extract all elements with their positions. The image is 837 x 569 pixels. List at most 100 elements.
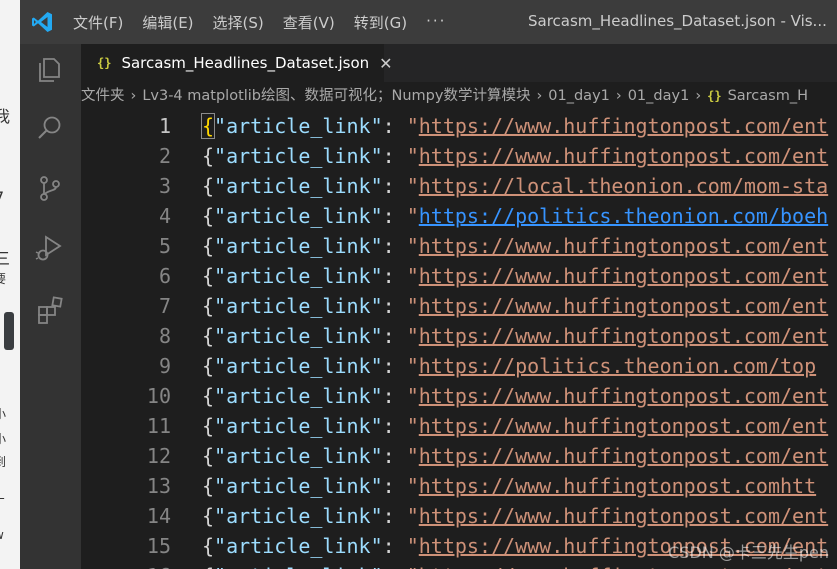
- code-line[interactable]: 7 {"article_link": "https://www.huffingto…: [81, 291, 837, 321]
- code-text: {"article_link": "https://www.huffington…: [202, 441, 828, 471]
- code-line[interactable]: 1 {"article_link": "https://www.huffingto…: [81, 111, 837, 141]
- code-line[interactable]: 13 {"article_link": "https://www.huffingt…: [81, 471, 837, 501]
- open-brace: {: [202, 474, 215, 498]
- search-icon: [38, 116, 61, 139]
- chevron-right-icon: ›: [695, 88, 702, 104]
- url-link[interactable]: https://www.huffingtonpost.comhtt: [419, 474, 816, 498]
- open-quote: ": [406, 384, 419, 408]
- json-key: "article_link": [214, 474, 383, 498]
- url-link[interactable]: https://www.huffingtonpost.com/ent: [419, 264, 828, 288]
- open-brace: {: [202, 504, 215, 528]
- open-brace: {: [202, 174, 215, 198]
- open-quote: ": [406, 474, 419, 498]
- url-link[interactable]: https://www.huffingtonpost.com/ent: [419, 414, 828, 438]
- search-button[interactable]: [34, 112, 66, 144]
- background-fragment: 三: [0, 249, 11, 268]
- background-app-sliver: 我 7 三 要 小 小 到 IL w: [0, 0, 21, 569]
- open-brace: {: [202, 414, 215, 438]
- menu-edit[interactable]: 编辑(E): [142, 12, 193, 33]
- breadcrumb-segment[interactable]: Lv3-4 matplotlib绘图、数据可视化；Numpy数学计算模块: [142, 88, 530, 104]
- url-link[interactable]: https://www.huffingtonpost.com/ent: [419, 114, 828, 138]
- code-line[interactable]: 14 {"article_link": "https://www.huffingt…: [81, 501, 837, 531]
- explorer-button[interactable]: [34, 54, 66, 86]
- code-line[interactable]: 9 {"article_link": "https://politics.theo…: [81, 351, 837, 381]
- source-control-button[interactable]: [34, 172, 66, 204]
- code-line[interactable]: 12 {"article_link": "https://www.huffingt…: [81, 441, 837, 471]
- colon: :: [382, 294, 407, 318]
- colon: :: [383, 564, 407, 569]
- colon: :: [382, 474, 407, 498]
- code-line[interactable]: 6 {"article_link": "https://www.huffingto…: [81, 261, 837, 291]
- url-link[interactable]: https://www.huffingtonpost.com/ent: [419, 564, 828, 569]
- breadcrumb-segment[interactable]: 01_day1: [548, 88, 610, 104]
- code-text: {"article_link": "https://local.theonion…: [202, 171, 828, 201]
- open-brace: {: [202, 354, 215, 378]
- url-link[interactable]: https://www.huffingtonpost.com/ent: [419, 294, 828, 318]
- background-fragment: 我: [0, 107, 11, 126]
- colon: :: [382, 324, 407, 348]
- code-text: {"article_link": "https://www.huffington…: [200, 111, 828, 141]
- breadcrumb-segment[interactable]: 文件夹: [81, 88, 125, 104]
- code-line[interactable]: 10 {"article_link": "https://www.huffingt…: [81, 381, 837, 411]
- url-link[interactable]: https://politics.theonion.com/boeh: [419, 204, 828, 228]
- breadcrumb-segment[interactable]: 01_day1: [628, 88, 690, 104]
- json-key: "article_link": [214, 204, 383, 228]
- menu-view[interactable]: 查看(V): [283, 12, 335, 33]
- url-link[interactable]: https://www.huffingtonpost.com/ent: [419, 504, 828, 528]
- code-line[interactable]: 4 {"article_link": "https://politics.theo…: [81, 201, 837, 231]
- background-fragment: 要: [0, 272, 7, 286]
- background-fragment: w: [0, 528, 4, 542]
- code-line[interactable]: 11 {"article_link": "https://www.huffingt…: [81, 411, 837, 441]
- tab-sarcasm-json[interactable]: {} Sarcasm_Headlines_Dataset.json ✕: [81, 44, 393, 82]
- open-brace: {: [202, 144, 215, 168]
- url-link[interactable]: https://www.huffingtonpost.com/ent: [419, 144, 828, 168]
- open-brace: {: [200, 113, 216, 139]
- colon: :: [382, 264, 407, 288]
- activity-bar: [20, 44, 81, 569]
- code-line[interactable]: 3 {"article_link": "https://local.theonio…: [81, 171, 837, 201]
- line-number: 13: [146, 474, 171, 498]
- code-line[interactable]: 8 {"article_link": "https://www.huffingto…: [81, 321, 837, 351]
- vscode-logo-icon: [32, 12, 52, 32]
- url-link[interactable]: https://www.huffingtonpost.com/ent: [419, 384, 828, 408]
- menu-go[interactable]: 转到(G): [354, 12, 407, 33]
- url-link[interactable]: https://www.huffingtonpost.com/ent: [419, 324, 828, 348]
- close-icon[interactable]: ✕: [379, 54, 392, 73]
- line-number: 3: [158, 174, 171, 198]
- line-number: 2: [158, 144, 171, 168]
- open-quote: ": [406, 324, 419, 348]
- json-key: "article_link": [214, 534, 383, 558]
- chevron-right-icon: ›: [130, 88, 137, 104]
- json-key: "article_link": [214, 444, 383, 468]
- code-text: {"article_link": "https://www.huffington…: [202, 471, 816, 501]
- menu-bar: 文件(F) 编辑(E) 选择(S) 查看(V) 转到(G) ···: [73, 12, 446, 33]
- breadcrumb-file[interactable]: Sarcasm_H: [728, 88, 808, 104]
- menu-file[interactable]: 文件(F): [73, 12, 123, 33]
- files-icon: [39, 58, 60, 82]
- menu-selection[interactable]: 选择(S): [213, 12, 264, 33]
- url-link[interactable]: https://www.huffingtonpost.com/ent: [419, 234, 828, 258]
- open-quote: ": [406, 504, 419, 528]
- code-editor[interactable]: 1 {"article_link": "https://www.huffingto…: [81, 110, 837, 569]
- json-key: "article_link": [214, 324, 383, 348]
- extensions-button[interactable]: [34, 294, 66, 326]
- colon: :: [382, 534, 407, 558]
- open-brace: {: [202, 564, 214, 569]
- menu-more[interactable]: ···: [426, 12, 446, 33]
- tab-label: Sarcasm_Headlines_Dataset.json: [121, 54, 370, 72]
- url-link[interactable]: https://politics.theonion.com/top: [419, 354, 816, 378]
- open-brace: {: [202, 294, 215, 318]
- json-key: "article_link": [214, 114, 383, 138]
- line-number: 6: [158, 264, 171, 288]
- code-line[interactable]: 5 {"article_link": "https://www.huffingto…: [81, 231, 837, 261]
- run-debug-button[interactable]: [34, 232, 66, 264]
- code-text: {"article_link": "https://www.huffington…: [202, 321, 828, 351]
- url-link[interactable]: https://www.huffingtonpost.com/ent: [419, 444, 828, 468]
- background-fragment: IL: [0, 488, 5, 502]
- json-key: "article_link": [214, 354, 383, 378]
- code-text: {"article_link": "https://www.huffington…: [202, 141, 828, 171]
- line-number: 4: [158, 204, 171, 228]
- url-link[interactable]: https://local.theonion.com/mom-sta: [419, 174, 828, 198]
- json-key: "article_link": [214, 144, 383, 168]
- code-line[interactable]: 2 {"article_link": "https://www.huffingto…: [81, 141, 837, 171]
